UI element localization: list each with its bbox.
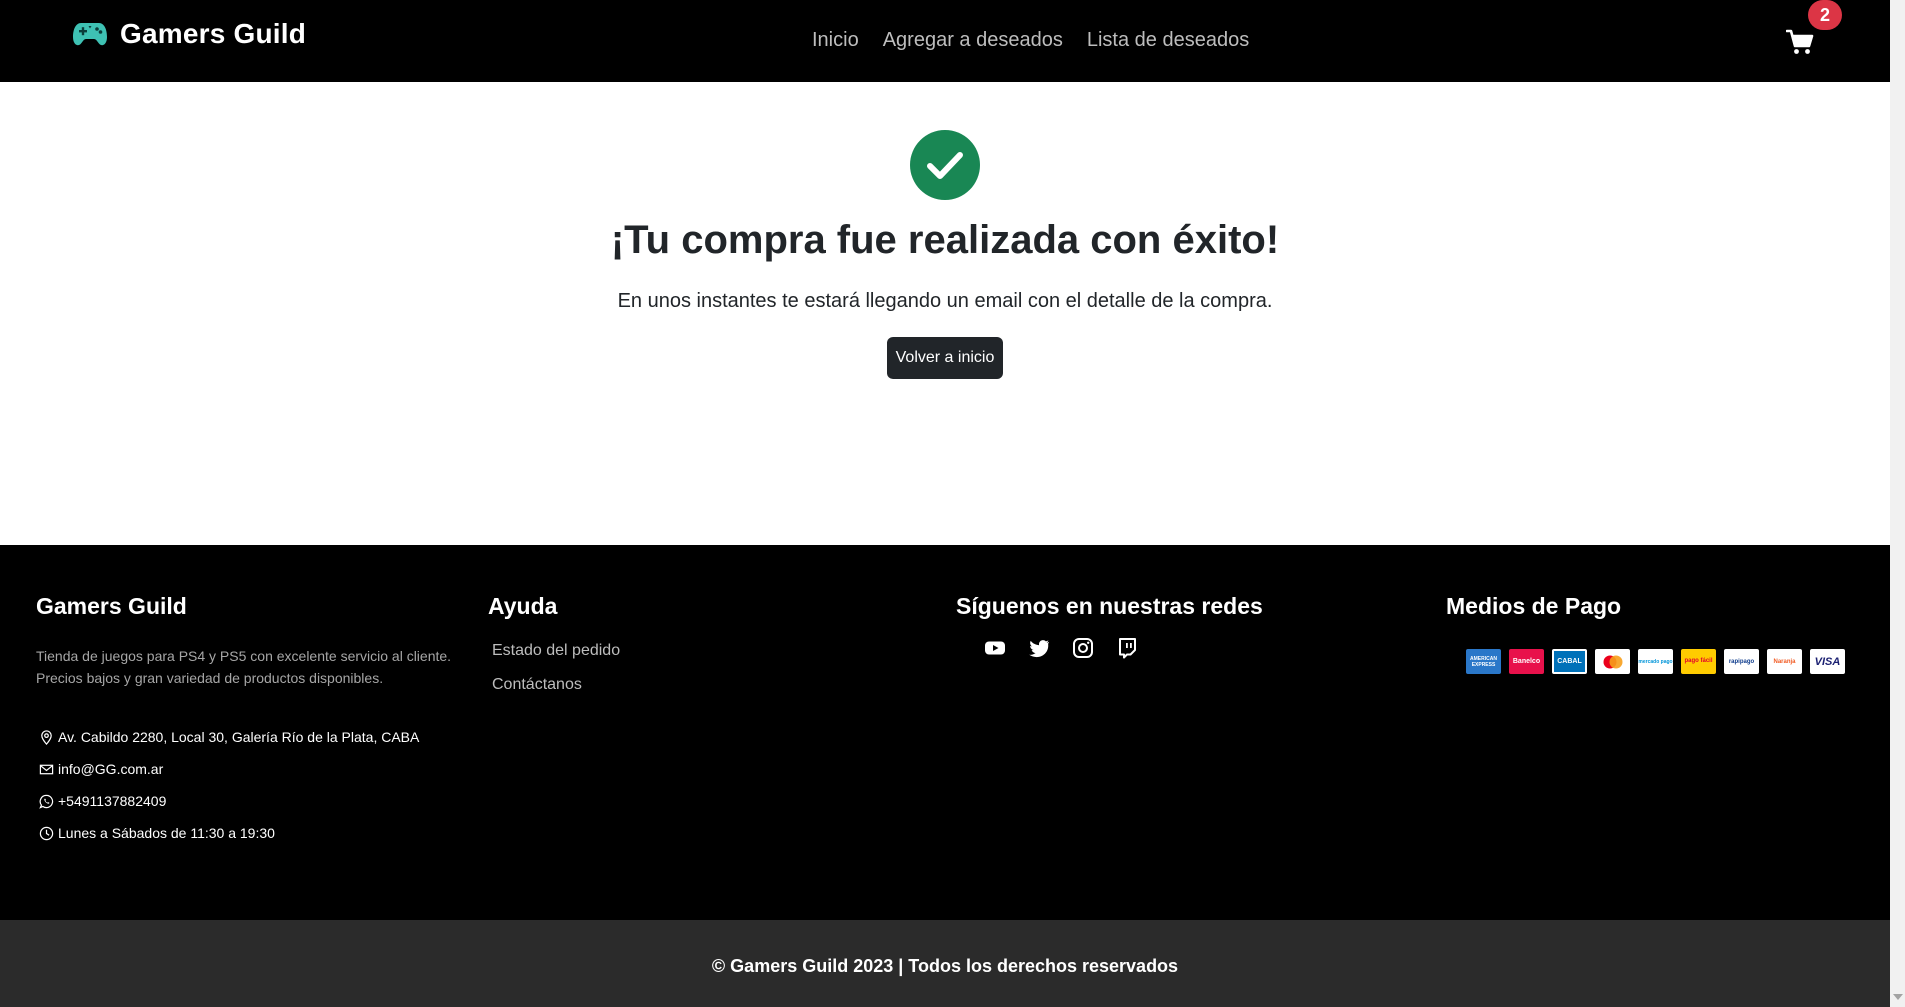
- cabal-logo: CABAL: [1552, 649, 1587, 674]
- footer-about-text: Tienda de juegos para PS4 y PS5 con exce…: [36, 648, 452, 686]
- contact-hours-text: Lunes a Sábados de 11:30 a 19:30: [58, 825, 275, 841]
- main-content: ¡Tu compra fue realizada con éxito! En u…: [0, 82, 1890, 545]
- envelope-icon: [39, 764, 54, 774]
- banelco-logo: Banelco: [1509, 649, 1544, 674]
- naranja-logo: Naranja: [1767, 649, 1802, 674]
- contact-address: Av. Cabildo 2280, Local 30, Galería Río …: [39, 721, 419, 753]
- nav-link-agregar-deseados[interactable]: Agregar a deseados: [883, 29, 1063, 52]
- help-link-contact[interactable]: Contáctanos: [492, 676, 582, 694]
- contact-email: info@GG.com.ar: [39, 753, 419, 785]
- twitch-icon[interactable]: [1116, 637, 1138, 659]
- nav-link-inicio[interactable]: Inicio: [812, 29, 859, 52]
- scroll-down-arrow-icon[interactable]: [1893, 994, 1903, 1000]
- mastercard-circles-icon: [1603, 655, 1622, 668]
- contact-list: Av. Cabildo 2280, Local 30, Galería Río …: [39, 721, 419, 849]
- payment-logos: AMERICAN EXPRESS Banelco CABAL mercado p…: [1466, 649, 1845, 674]
- nav-links: Inicio Agregar a deseados Lista de desea…: [812, 29, 1249, 52]
- footer: Gamers Guild Tienda de juegos para PS4 y…: [0, 545, 1890, 920]
- footer-brand-title: Gamers Guild: [36, 593, 187, 619]
- copyright-text: © Gamers Guild 2023 | Todos los derechos…: [711, 956, 1179, 976]
- back-home-button[interactable]: Volver a inicio: [887, 337, 1003, 379]
- youtube-icon[interactable]: [984, 637, 1006, 659]
- social-links: [984, 637, 1138, 659]
- footer-payments-title: Medios de Pago: [1446, 593, 1622, 619]
- cart-count-badge: 2: [1808, 0, 1842, 30]
- rapipago-logo: rapipago: [1724, 649, 1759, 674]
- nav-link-lista-deseados[interactable]: Lista de deseados: [1087, 29, 1249, 52]
- footer-help-title: Ayuda: [488, 593, 558, 619]
- footer-social-title: Síguenos en nuestras redes: [956, 593, 1263, 619]
- help-link-order-status[interactable]: Estado del pedido: [492, 642, 620, 660]
- contact-hours: Lunes a Sábados de 11:30 a 19:30: [39, 817, 419, 849]
- mercadopago-logo: mercado pago: [1638, 649, 1673, 674]
- contact-email-text[interactable]: info@GG.com.ar: [58, 761, 163, 777]
- twitter-icon[interactable]: [1028, 637, 1050, 659]
- contact-address-text: Av. Cabildo 2280, Local 30, Galería Río …: [58, 729, 420, 745]
- copyright-bar: © Gamers Guild 2023 | Todos los derechos…: [0, 920, 1890, 1007]
- whatsapp-icon: [39, 794, 54, 809]
- cart-icon[interactable]: [1786, 28, 1814, 56]
- vertical-scrollbar[interactable]: [1890, 0, 1905, 1007]
- map-pin-icon: [41, 729, 52, 745]
- brand-name: Gamers Guild: [120, 18, 307, 49]
- navbar: Gamers Guild Inicio Agregar a deseados L…: [0, 0, 1890, 82]
- instagram-icon[interactable]: [1072, 637, 1094, 659]
- gamepad-icon: [73, 23, 107, 46]
- clock-icon: [39, 826, 54, 840]
- brand[interactable]: Gamers Guild: [72, 18, 306, 50]
- contact-phone: +5491137882409: [39, 785, 419, 817]
- success-message: En unos instantes te estará llegando un …: [617, 290, 1273, 312]
- mastercard-logo: [1595, 649, 1630, 674]
- success-title: ¡Tu compra fue realizada con éxito!: [610, 218, 1280, 262]
- pagofacil-logo: pago fácil: [1681, 649, 1716, 674]
- visa-logo: VISA: [1810, 649, 1845, 674]
- check-circle-icon: [910, 130, 980, 200]
- contact-phone-text[interactable]: +5491137882409: [58, 793, 166, 809]
- amex-logo: AMERICAN EXPRESS: [1466, 649, 1501, 674]
